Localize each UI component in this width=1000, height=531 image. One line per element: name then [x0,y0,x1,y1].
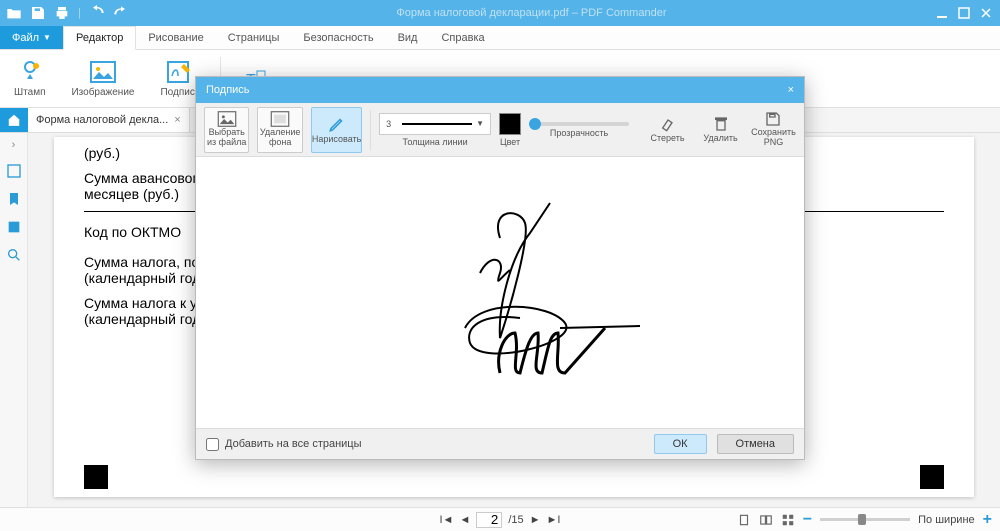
zoom-in-icon[interactable]: + [983,511,992,529]
status-bar: I◄ ◄ /15 ► ►I − По ширине + [0,507,1000,531]
dialog-close-icon[interactable]: × [788,84,794,96]
menu-editor[interactable]: Редактор [63,26,136,50]
menu-pages[interactable]: Страницы [216,26,292,49]
tab-close-icon[interactable]: × [174,114,180,126]
document-tab-label: Форма налоговой декла... [36,114,168,126]
last-page-icon[interactable]: ►I [547,514,561,526]
page-input[interactable] [476,512,502,528]
signature-dialog: Подпись × Выбрать из файла Удаление фона… [195,76,805,460]
save-png-button[interactable]: Сохранить PNG [751,107,796,153]
home-tab[interactable] [0,108,28,132]
menu-file[interactable]: Файл▼ [0,26,63,49]
color-control[interactable]: Цвет [499,113,521,147]
zoom-out-icon[interactable]: − [803,511,812,529]
color-swatch[interactable] [499,113,521,135]
doc-marker-right [920,465,944,489]
redo-icon[interactable] [113,5,129,21]
print-icon[interactable] [54,5,70,21]
page-navigator: I◄ ◄ /15 ► ►I [440,512,561,528]
menu-help[interactable]: Справка [429,26,496,49]
draw-button[interactable]: Нарисовать [311,107,362,153]
ok-button[interactable]: ОК [654,434,707,454]
title-bar: | Форма налоговой декларации.pdf – PDF C… [0,0,1000,26]
opacity-slider[interactable] [529,122,629,126]
remove-background-button[interactable]: Удаление фона [257,107,302,153]
dialog-title: Подпись [206,84,250,96]
signature-canvas[interactable] [196,157,804,428]
zoom-slider[interactable] [820,518,910,521]
erase-button[interactable]: Стереть [645,107,690,153]
save-icon[interactable] [30,5,46,21]
dialog-footer: Добавить на все страницы ОК Отмена [196,428,804,459]
bookmarks-icon[interactable] [6,191,22,207]
dialog-titlebar: Подпись × [196,77,804,103]
document-tab[interactable]: Форма налоговой декла... × [28,108,190,132]
view-continuous-icon[interactable] [781,513,795,527]
close-icon[interactable] [978,5,994,21]
dialog-toolbar: Выбрать из файла Удаление фона Нарисоват… [196,103,804,157]
menu-view[interactable]: Вид [386,26,430,49]
open-icon[interactable] [6,5,22,21]
maximize-icon[interactable] [956,5,972,21]
cancel-button[interactable]: Отмена [717,434,794,454]
total-pages: /15 [508,514,523,526]
ribbon-stamp[interactable]: Штамп [14,60,45,98]
menu-security[interactable]: Безопасность [291,26,385,49]
next-page-icon[interactable]: ► [530,514,541,526]
fit-mode[interactable]: По ширине [918,514,975,526]
first-page-icon[interactable]: I◄ [440,514,454,526]
delete-button[interactable]: Удалить [698,107,743,153]
search-icon[interactable] [6,247,22,263]
left-sidebar: › [0,133,28,507]
opacity-control[interactable]: Прозрачность [529,122,629,138]
prev-page-icon[interactable]: ◄ [459,514,470,526]
thumbnails-icon[interactable] [6,163,22,179]
doc-marker-left [84,465,108,489]
view-facing-icon[interactable] [759,513,773,527]
ribbon-image[interactable]: Изображение [71,60,134,98]
undo-icon[interactable] [89,5,105,21]
choose-from-file-button[interactable]: Выбрать из файла [204,107,249,153]
sidebar-toggle[interactable]: › [12,139,16,151]
add-all-pages-checkbox[interactable]: Добавить на все страницы [206,438,362,451]
view-single-icon[interactable] [737,513,751,527]
menu-bar: Файл▼ Редактор Рисование Страницы Безопа… [0,26,1000,50]
attachments-icon[interactable] [6,219,22,235]
menu-drawing[interactable]: Рисование [136,26,215,49]
window-title: Форма налоговой декларации.pdf – PDF Com… [129,7,934,19]
line-thickness-control[interactable]: 3 ▼ Толщина линии [379,113,491,147]
minimize-icon[interactable] [934,5,950,21]
